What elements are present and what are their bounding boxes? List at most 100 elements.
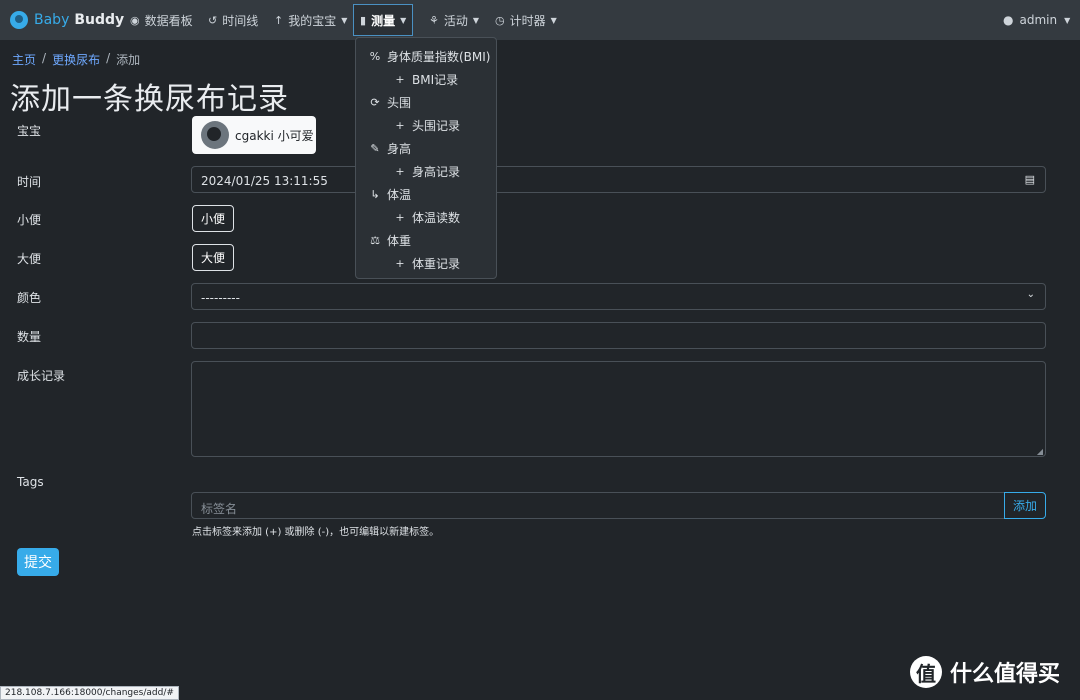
brand-name-second: Buddy	[74, 12, 125, 28]
time-value: 2024/01/25 13:11:55	[201, 174, 328, 188]
child-name: cgakki 小可爱	[235, 128, 314, 143]
ruler-icon: ✎	[370, 142, 380, 155]
menu-item-add-head-circumference[interactable]: + 头围记录	[394, 117, 460, 134]
nav-dashboard-label: 数据看板	[144, 13, 193, 28]
nav-timers-label: 计时器	[509, 13, 546, 28]
breadcrumb-separator: /	[42, 51, 47, 65]
menu-item-label: 身高记录	[412, 165, 461, 179]
breadcrumb-home[interactable]: 主页	[12, 51, 36, 68]
timer-icon: ◷	[495, 13, 505, 27]
chevron-down-icon: ▼	[550, 15, 557, 25]
dashboard-icon: ◉	[130, 13, 140, 27]
scale-icon: ⚖	[370, 234, 380, 247]
menu-item-label: 体温	[387, 188, 412, 202]
watermark-logo-icon: 值	[910, 656, 942, 688]
watermark-text: 什么值得买	[950, 662, 1061, 687]
brand[interactable]: Baby Buddy	[10, 0, 124, 40]
page-title: 添加一条换尿布记录	[10, 82, 289, 117]
solid-label: 大便	[17, 252, 42, 266]
watermark: 值 什么值得买	[910, 656, 1060, 688]
nav-timeline-label: 时间线	[222, 13, 259, 28]
nav-children[interactable]: ↑ 我的宝宝 ▼	[268, 0, 353, 40]
thermometer-icon: ↳	[370, 188, 380, 201]
menu-item-label: 头围	[387, 96, 412, 110]
nav-timeline[interactable]: ↺ 时间线	[202, 0, 264, 40]
head-circumference-icon: ⟳	[370, 96, 380, 109]
chevron-down-icon: ⌄	[1026, 289, 1035, 300]
breadcrumb-separator: /	[106, 51, 111, 65]
nav-timers[interactable]: ◷ 计时器 ▼	[489, 0, 563, 40]
plus-icon: +	[395, 257, 405, 270]
calendar-icon[interactable]: ▤	[1025, 173, 1035, 186]
child-label: 宝宝	[17, 124, 42, 138]
notes-textarea[interactable]: ◢	[191, 361, 1046, 457]
tags-label: Tags	[17, 475, 44, 489]
solid-toggle-button[interactable]: 大便	[192, 244, 235, 271]
chevron-down-icon: ▼	[341, 15, 348, 25]
menu-item-label: 体重	[387, 234, 412, 248]
chevron-down-icon: ▼	[400, 15, 407, 25]
time-label: 时间	[17, 175, 42, 189]
tags-input[interactable]: 标签名	[191, 492, 1005, 519]
tags-help-text: 点击标签来添加 (+) 或删除 (-)，也可编辑以新建标签。	[192, 527, 440, 538]
menu-item-head-circumference[interactable]: ⟳ 头围	[369, 94, 411, 111]
notes-label: 成长记录	[17, 369, 66, 383]
browser-status-url: 218.108.7.166:18000/changes/add/#	[0, 686, 179, 700]
breadcrumb-current: 添加	[116, 53, 141, 67]
color-select-value: ---------	[201, 291, 240, 305]
menu-item-label: 身高	[387, 142, 412, 156]
menu-item-bmi[interactable]: % 身体质量指数(BMI)	[369, 48, 491, 65]
nav-dashboard[interactable]: ◉ 数据看板	[124, 0, 199, 40]
user-menu[interactable]: ● admin ▼	[1003, 0, 1070, 40]
breadcrumb-section[interactable]: 更换尿布	[52, 51, 100, 68]
chevron-down-icon: ▼	[1064, 15, 1071, 25]
submit-button[interactable]: 提交	[17, 548, 59, 576]
nav-measurements-label: 测量	[371, 13, 396, 28]
measurements-dropdown-menu: % 身体质量指数(BMI) + BMI记录 ⟳ 头围 + 头围记录 ✎ 身高 +…	[355, 37, 497, 279]
menu-item-label: 体温读数	[412, 211, 461, 225]
user-name: admin	[1019, 13, 1058, 27]
child-select-button[interactable]: cgakki 小可爱	[192, 116, 316, 154]
nav-activities-label: 活动	[443, 13, 468, 28]
time-input[interactable]: 2024/01/25 13:11:55 ▤	[191, 166, 1046, 193]
wet-toggle-button[interactable]: 小便	[192, 205, 235, 232]
color-select[interactable]: --------- ⌄	[191, 283, 1046, 310]
menu-item-label: BMI记录	[412, 73, 459, 87]
resize-handle-icon[interactable]: ◢	[1037, 447, 1043, 456]
activities-icon: ⚘	[429, 13, 439, 27]
percent-icon: %	[369, 50, 381, 63]
chevron-down-icon: ▼	[472, 15, 480, 25]
menu-item-weight[interactable]: ⚖ 体重	[369, 232, 411, 249]
navbar: Baby Buddy ◉ 数据看板 ↺ 时间线 ↑ 我的宝宝 ▼ ▮ 测量 ▼ …	[0, 0, 1080, 40]
nav-activities[interactable]: ⚘ 活动 ▼	[423, 0, 485, 40]
baby-icon: ↑	[274, 13, 284, 27]
menu-item-add-bmi[interactable]: + BMI记录	[394, 71, 458, 88]
menu-item-add-weight[interactable]: + 体重记录	[394, 255, 460, 272]
nav-measurements[interactable]: ▮ 测量 ▼	[353, 4, 414, 36]
amount-input[interactable]	[191, 322, 1046, 349]
menu-item-height[interactable]: ✎ 身高	[369, 140, 411, 157]
plus-icon: +	[395, 119, 405, 132]
add-tag-button[interactable]: 添加	[1004, 492, 1046, 519]
breadcrumb: 主页 / 更换尿布 / 添加	[12, 51, 140, 68]
avatar	[201, 121, 229, 149]
menu-item-label: 头围记录	[412, 119, 461, 133]
menu-item-add-height[interactable]: + 身高记录	[394, 163, 460, 180]
tags-placeholder: 标签名	[201, 502, 238, 516]
wet-label: 小便	[17, 213, 42, 227]
brand-name-first: Baby	[34, 12, 70, 28]
plus-icon: +	[395, 211, 405, 224]
amount-label: 数量	[17, 330, 42, 344]
clipboard-icon: ▮	[360, 13, 367, 27]
nav-children-label: 我的宝宝	[288, 13, 337, 28]
plus-icon: +	[395, 73, 405, 86]
menu-item-temperature[interactable]: ↳ 体温	[369, 186, 411, 203]
history-icon: ↺	[208, 13, 218, 27]
menu-item-label: 身体质量指数(BMI)	[387, 50, 491, 64]
plus-icon: +	[395, 165, 405, 178]
user-icon: ●	[1003, 13, 1014, 27]
baby-buddy-logo-icon	[10, 11, 28, 29]
menu-item-label: 体重记录	[412, 257, 461, 271]
color-label: 颜色	[17, 291, 42, 305]
menu-item-add-temperature[interactable]: + 体温读数	[394, 209, 460, 226]
